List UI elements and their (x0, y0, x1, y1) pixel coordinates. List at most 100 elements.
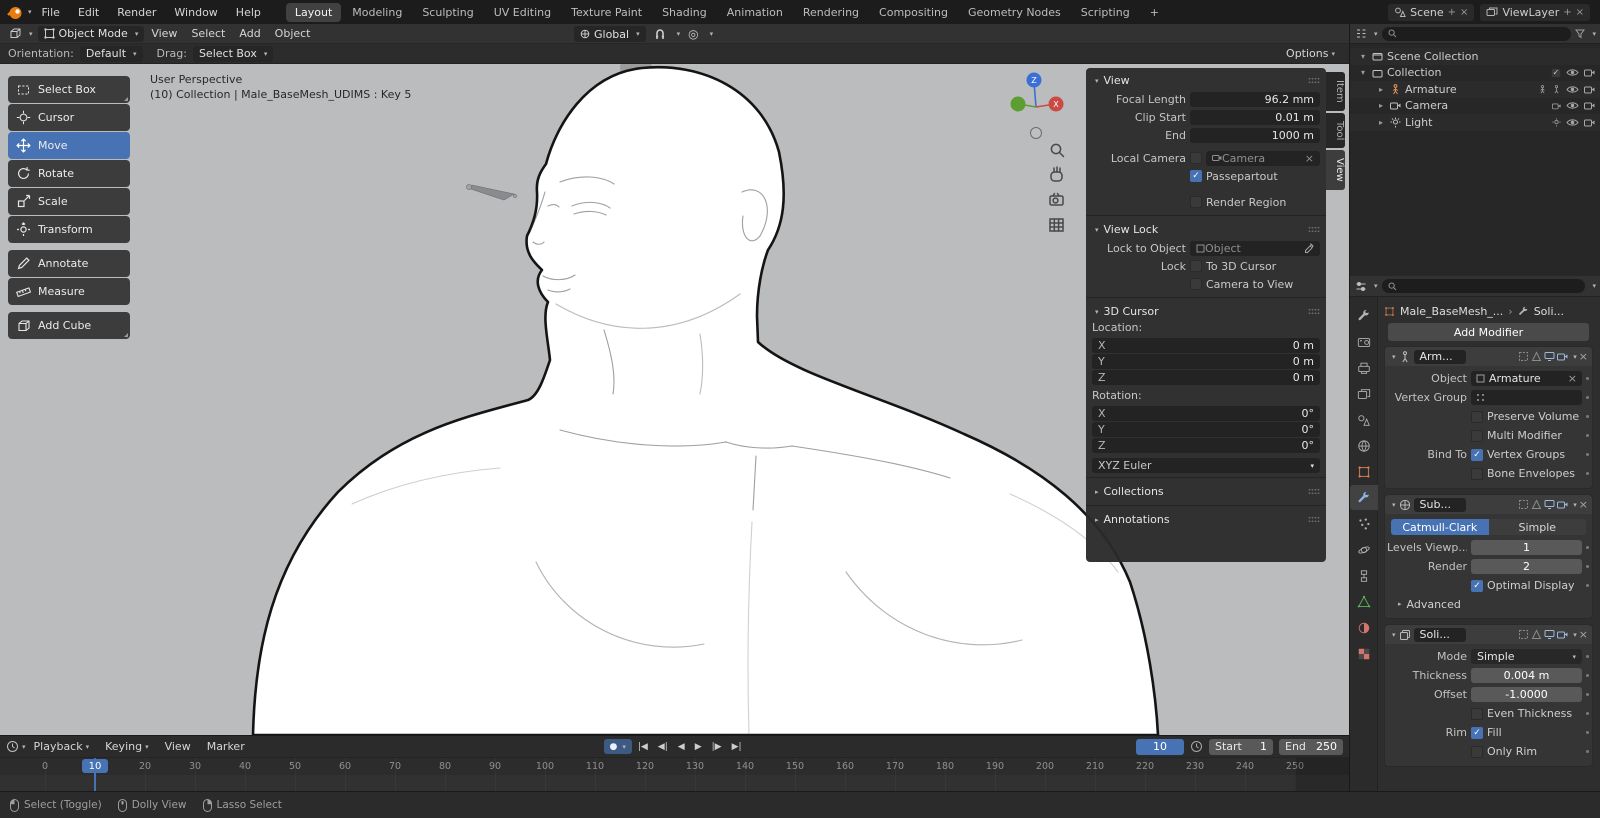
on-cage-icon[interactable] (1518, 351, 1529, 362)
menu-render[interactable]: Render (109, 0, 164, 24)
timeline-ruler[interactable]: 0 20 30 40 50 60 70 80 90 100 110 120 130 140 150 160 17… (0, 757, 1349, 792)
blender-logo[interactable] (6, 5, 23, 20)
lock-to-object-field[interactable]: Object (1190, 240, 1320, 256)
vertex-group-field[interactable] (1471, 390, 1582, 405)
cursor-rotation-x[interactable]: X 0° (1092, 406, 1320, 421)
realtime-icon[interactable] (1544, 629, 1555, 640)
properties-options-caret[interactable]: ▾ (1592, 282, 1596, 290)
modifier-solidify-header[interactable]: ▾ Soli... ▾ × (1385, 625, 1592, 644)
remove-view-layer-button[interactable]: × (1576, 7, 1584, 18)
cursor-location-z[interactable]: Z 0 m (1092, 370, 1320, 385)
expand-icon[interactable]: ▾ (1392, 501, 1396, 509)
menu-marker[interactable]: Marker (199, 735, 253, 759)
properties-editor-icon[interactable] (1355, 281, 1367, 292)
snap-magnet-icon[interactable] (654, 28, 666, 41)
realtime-icon[interactable] (1544, 499, 1555, 510)
tab-particles[interactable] (1350, 511, 1378, 536)
multi-modifier-checkbox[interactable] (1471, 429, 1483, 442)
playhead-frame-badge[interactable]: 10 (82, 759, 108, 773)
cursor-location-x[interactable]: X 0 m (1092, 338, 1320, 353)
expand-icon[interactable]: ▸ (1376, 101, 1386, 110)
on-cage-icon[interactable] (1518, 499, 1529, 510)
tab-material[interactable] (1350, 615, 1378, 640)
drag-dropdown[interactable]: Select Box ▾ (192, 45, 274, 62)
tool-add-cube[interactable]: Add Cube (8, 312, 130, 339)
breadcrumb-modifier[interactable]: Soli... (1534, 305, 1564, 318)
new-scene-button[interactable]: + (1448, 7, 1456, 18)
tab-world[interactable] (1350, 433, 1378, 458)
eye-icon[interactable] (1566, 68, 1579, 77)
euler-dropdown[interactable]: XYZ Euler ▾ (1092, 458, 1320, 473)
render-icon[interactable] (1557, 500, 1568, 509)
eye-icon[interactable] (1566, 85, 1579, 94)
tool-move[interactable]: Move (8, 132, 130, 159)
editor-type-icon[interactable] (4, 27, 26, 40)
end-frame-field[interactable]: End 250 (1279, 738, 1343, 755)
panel-grip-icon[interactable] (1308, 77, 1320, 84)
optimal-display-checkbox[interactable]: ✓ (1471, 579, 1483, 592)
menu-add[interactable]: Add (232, 24, 267, 44)
cursor-location-y[interactable]: Y 0 m (1092, 354, 1320, 369)
view-layer-selector[interactable]: ViewLayer + × (1480, 3, 1590, 21)
gizmo-y-axis[interactable] (1010, 96, 1026, 112)
expand-icon[interactable]: ▾ (1358, 52, 1368, 61)
tab-object[interactable] (1350, 459, 1378, 484)
render-icon[interactable] (1557, 630, 1568, 639)
next-keyframe-button[interactable]: |▶ (708, 740, 726, 754)
filter-icon[interactable] (1575, 29, 1586, 39)
view-section-header[interactable]: ▾ View (1092, 71, 1320, 90)
outliner-row-scene-collection[interactable]: ▾ Scene Collection (1350, 48, 1600, 65)
previous-keyframe-button[interactable]: ◀| (654, 740, 672, 754)
tab-scene[interactable] (1350, 407, 1378, 432)
workspace-tab-layout[interactable]: Layout (285, 2, 342, 22)
play-reverse-button[interactable]: ◀ (674, 740, 689, 754)
modifier-close-icon[interactable]: × (1579, 498, 1588, 511)
modifier-name-field[interactable]: Soli... (1413, 627, 1466, 642)
breadcrumb-object[interactable]: Male_BaseMesh_... (1400, 305, 1503, 318)
modifier-extras-caret[interactable]: ▾ (1573, 353, 1577, 361)
armature-data-icon[interactable] (1552, 84, 1561, 94)
expand-icon[interactable]: ▸ (1376, 118, 1386, 127)
workspace-tab-geometry-nodes[interactable]: Geometry Nodes (959, 3, 1070, 22)
tab-tool[interactable] (1350, 303, 1378, 328)
viewport-3d[interactable]: Z X User Perspective (10) Collection | M… (0, 64, 1349, 735)
edit-mode-icon[interactable] (1531, 499, 1542, 510)
panel-grip-icon[interactable] (1308, 308, 1320, 315)
expand-icon[interactable]: ▾ (1392, 353, 1396, 361)
camera-data-icon[interactable] (1552, 102, 1561, 110)
app-menu-caret[interactable]: ▾ (28, 8, 32, 16)
panel-grip-icon[interactable] (1308, 488, 1320, 495)
add-modifier-button[interactable]: Add Modifier (1388, 323, 1589, 341)
on-cage-icon[interactable] (1518, 629, 1529, 640)
edit-mode-icon[interactable] (1531, 351, 1542, 362)
modifier-close-icon[interactable]: × (1579, 350, 1588, 363)
new-view-layer-button[interactable]: + (1563, 7, 1571, 18)
auto-key-button[interactable]: ● ▾ (603, 739, 632, 754)
bone-envelopes-checkbox[interactable] (1471, 467, 1483, 480)
light-data-icon[interactable] (1552, 118, 1561, 127)
to-3d-cursor-checkbox[interactable] (1190, 260, 1202, 272)
render-icon[interactable] (1557, 352, 1568, 361)
preview-range-clock-icon[interactable] (1190, 740, 1203, 753)
advanced-section-header[interactable]: ▸ Advanced (1387, 595, 1590, 613)
simple-button[interactable]: Simple (1488, 519, 1586, 535)
menu-help[interactable]: Help (228, 0, 269, 24)
proportional-caret[interactable]: ▾ (710, 30, 714, 38)
cursor-rotation-y[interactable]: Y 0° (1092, 422, 1320, 437)
tab-output[interactable] (1350, 355, 1378, 380)
tool-cursor[interactable]: Cursor (8, 104, 130, 131)
cursor-section-header[interactable]: ▾ 3D Cursor (1092, 302, 1320, 321)
render-visibility-icon[interactable] (1584, 118, 1595, 127)
passepartout-checkbox[interactable]: ✓ (1190, 170, 1202, 182)
expand-icon[interactable]: ▾ (1358, 68, 1368, 77)
menu-window[interactable]: Window (166, 0, 225, 24)
render-levels-field[interactable]: 2 (1471, 559, 1582, 574)
workspace-tab-modeling[interactable]: Modeling (343, 3, 411, 22)
proportional-editing-icon[interactable]: ◎ (688, 27, 698, 41)
tool-select-box[interactable]: Select Box (8, 76, 130, 103)
workspace-tab-shading[interactable]: Shading (653, 3, 716, 22)
pose-icon[interactable] (1538, 84, 1547, 94)
edit-mode-icon[interactable] (1531, 629, 1542, 640)
eye-icon[interactable] (1566, 101, 1579, 110)
options-dropdown[interactable]: Options ▾ (1286, 47, 1341, 60)
